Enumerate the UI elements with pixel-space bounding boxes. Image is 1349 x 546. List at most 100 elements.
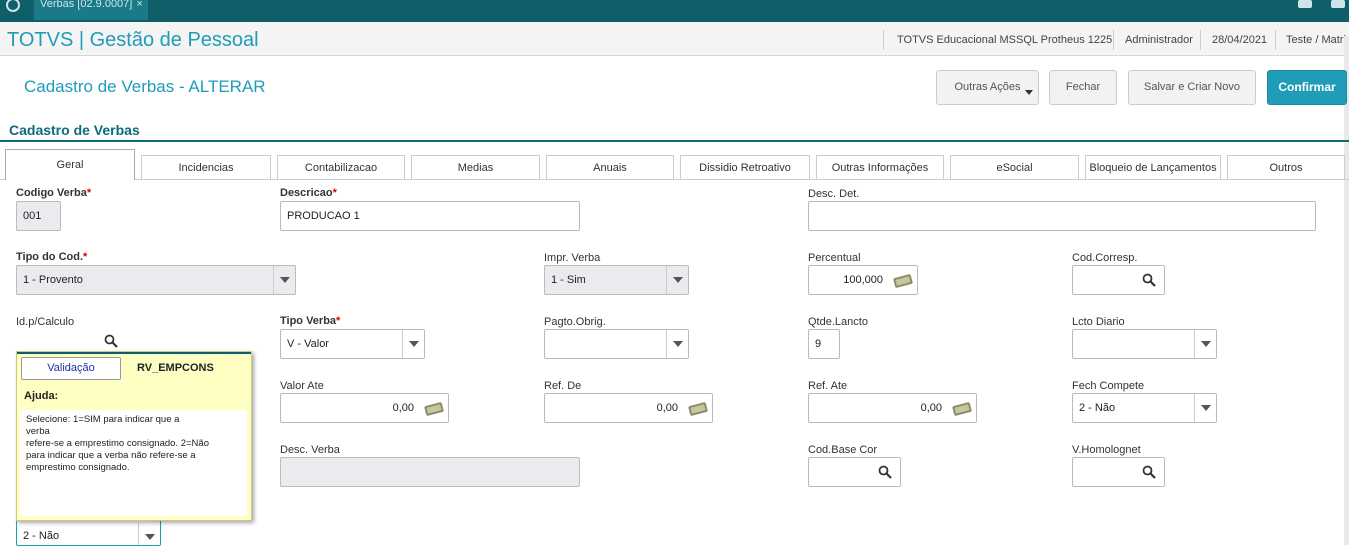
chevron-down-icon [1025,90,1033,95]
calculator-icon[interactable] [687,401,709,416]
environment-info: TOTVS Educacional MSSQL Protheus 1225 [897,34,1113,46]
qtde-lancto-field[interactable]: 9 [808,329,840,359]
tab-outras-informacoes[interactable]: Outras Informações [816,155,944,179]
tab-incidencias[interactable]: Incidencias [141,155,271,179]
confirmar-button[interactable]: Confirmar [1267,70,1347,105]
cod-base-cor-field[interactable] [808,457,901,487]
tipo-verba-select[interactable]: V - Valor [280,329,425,359]
help-line: Selecione: 1=SIM para indicar que a [26,414,180,425]
codigo-verba-label: Codigo Verba* [16,187,92,199]
validacao-button[interactable]: Validação [21,357,121,380]
emp-cons-value: 2 - Não [23,530,60,542]
codigo-verba-field[interactable]: 001 [16,201,61,231]
tipo-verba-value: V - Valor [287,338,329,350]
cod-corresp-label: Cod.Corresp. [1072,252,1138,264]
valor-ate-label: Valor Ate [280,380,324,392]
lcto-diario-select[interactable] [1072,329,1217,359]
tipo-verba-label: Tipo Verba* [280,315,341,327]
section-divider [0,140,1349,142]
desc-verba-field[interactable] [280,457,580,487]
tipo-cod-value: 1 - Provento [23,274,83,286]
search-icon[interactable] [878,465,892,479]
calculator-icon[interactable] [892,273,914,288]
help-line: refere-se a emprestimo consignado. 2=Não [26,438,209,449]
valor-ate-field[interactable]: 0,00 [280,393,449,423]
percentual-value: 100,000 [843,274,883,286]
help-line: emprestimo consignado. [26,462,130,473]
app-title: TOTVS | Gestão de Pessoal [7,29,259,51]
cod-base-cor-label: Cod.Base Cor [808,444,878,456]
page-title: Cadastro de Verbas - ALTERAR [24,77,266,96]
tab-bloqueio-lancamentos[interactable]: Bloqueio de Lançamentos [1085,155,1221,179]
tab-contabilizacao[interactable]: Contabilizacao [277,155,405,179]
user-name[interactable]: Administrador [1125,34,1193,46]
search-icon[interactable] [104,334,118,348]
ref-ate-field[interactable]: 0,00 [808,393,977,423]
descricao-field[interactable]: PRODUCAO 1 [280,201,580,231]
id-calculo-label: Id.p/Calculo [16,316,75,328]
qtde-lancto-label: Qtde.Lancto [808,316,868,328]
system-date[interactable]: 28/04/2021 [1212,34,1267,46]
fech-compete-select[interactable]: 2 - Não [1072,393,1217,423]
ref-ate-label: Ref. Ate [808,380,848,392]
calculator-icon[interactable] [423,401,445,416]
close-icon[interactable]: × [136,0,142,10]
outras-acoes-label: Outras Ações [954,81,1021,93]
fech-compete-value: 2 - Não [1079,402,1116,414]
v-homolognet-label: V.Homolognet [1072,444,1141,456]
chevron-down-icon[interactable] [1194,394,1216,422]
tipo-cod-select[interactable]: 1 - Provento [16,265,296,295]
v-homolognet-field[interactable] [1072,457,1165,487]
chevron-down-icon[interactable] [1194,330,1216,358]
header-divider [883,30,884,50]
chevron-down-icon[interactable] [666,266,688,294]
maximize-icon[interactable] [1331,0,1345,8]
chevron-down-icon[interactable] [138,523,160,545]
window-tab[interactable]: Verbas [02.9.0007] × [34,0,148,20]
impr-verba-label: Impr. Verba [544,252,601,264]
pagto-obrig-label: Pagto.Obrig. [544,316,606,328]
calculator-icon[interactable] [951,401,973,416]
search-icon[interactable] [1142,465,1156,479]
field-help-tooltip: Validação RV_EMPCONS Ajuda: Selecione: 1… [16,351,252,521]
salvar-criar-novo-button[interactable]: Salvar e Criar Novo [1128,70,1256,105]
percentual-field[interactable]: 100,000 [808,265,918,295]
help-text: Selecione: 1=SIM para indicar que a verb… [20,410,247,516]
tab-anuais[interactable]: Anuais [546,155,674,179]
header-divider [1275,30,1276,50]
outras-acoes-button[interactable]: Outras Ações [936,70,1039,105]
header-divider [1113,30,1114,50]
ref-de-label: Ref. De [544,380,582,392]
impr-verba-select[interactable]: 1 - Sim [544,265,689,295]
tooltip-accent-bar [17,352,251,354]
tab-geral[interactable]: Geral [5,149,135,180]
vertical-scrollbar[interactable] [1344,36,1349,545]
descricao-label: Descricao* [280,187,337,199]
desc-det-label: Desc. Det. [808,188,860,200]
chevron-down-icon[interactable] [666,330,688,358]
ref-de-value: 0,00 [656,402,678,414]
minimize-icon[interactable] [1298,0,1312,8]
header-divider [1200,30,1201,50]
valor-ate-value: 0,00 [392,402,414,414]
tab-medias[interactable]: Medias [411,155,540,179]
fech-compete-label: Fech Compete [1072,380,1145,392]
chevron-down-icon[interactable] [402,330,424,358]
tab-esocial[interactable]: eSocial [950,155,1079,179]
tab-dissidio-retroativo[interactable]: Dissidio Retroativo [680,155,810,179]
ref-ate-value: 0,00 [920,402,942,414]
field-code: RV_EMPCONS [137,362,214,374]
search-icon[interactable] [1142,273,1156,287]
branch-info[interactable]: Teste / Matri [1286,34,1346,46]
pagto-obrig-select[interactable] [544,329,689,359]
chevron-down-icon[interactable] [273,266,295,294]
ref-de-field[interactable]: 0,00 [544,393,713,423]
desc-det-field[interactable] [808,201,1316,231]
desc-verba-label: Desc. Verba [280,444,340,456]
fechar-button[interactable]: Fechar [1049,70,1117,105]
emp-cons-select[interactable]: 2 - Não [16,520,161,546]
id-calculo-field[interactable] [16,329,126,353]
cod-corresp-field[interactable] [1072,265,1165,295]
lcto-diario-label: Lcto Diario [1072,316,1125,328]
tab-outros[interactable]: Outros [1227,155,1345,179]
